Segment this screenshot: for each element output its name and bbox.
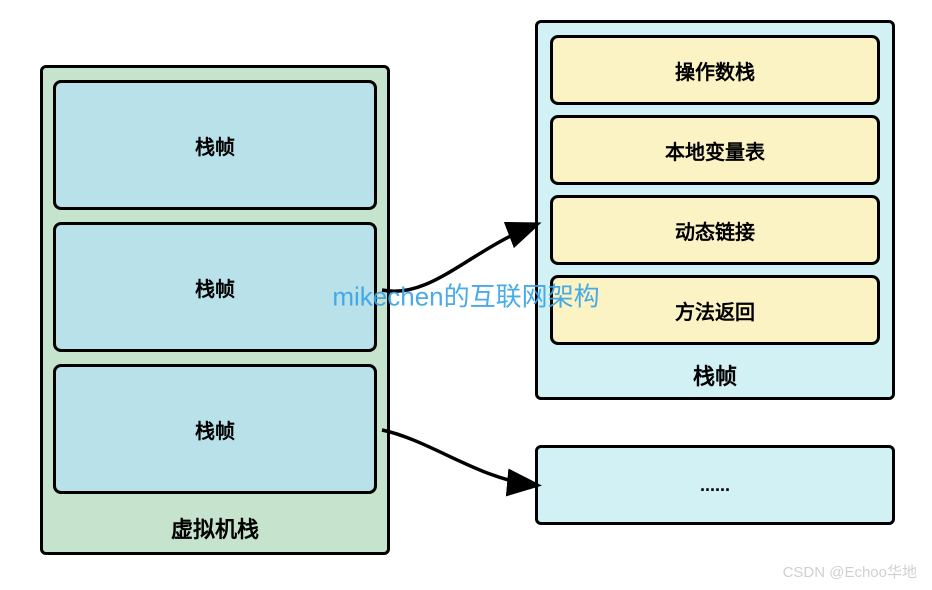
vm-stack-title: 虚拟机栈: [53, 506, 377, 544]
dynamic-link-box: 动态链接: [550, 195, 880, 265]
stack-frame: 栈帧: [53, 364, 377, 494]
ellipsis-box: ......: [535, 445, 895, 525]
stack-frame: 栈帧: [53, 222, 377, 352]
arrow-frame-to-detail: [382, 225, 535, 291]
arrow-frame-to-ellipsis: [382, 430, 535, 485]
operand-stack-box: 操作数栈: [550, 35, 880, 105]
stack-frame-detail: 操作数栈 本地变量表 动态链接 方法返回 栈帧: [535, 20, 895, 400]
watermark-bottom: CSDN @Echoo华地: [783, 561, 917, 582]
stack-frame: 栈帧: [53, 80, 377, 210]
local-var-table-box: 本地变量表: [550, 115, 880, 185]
method-return-box: 方法返回: [550, 275, 880, 345]
vm-stack-container: 栈帧 栈帧 栈帧 虚拟机栈: [40, 65, 390, 555]
stack-frame-detail-title: 栈帧: [550, 355, 880, 391]
